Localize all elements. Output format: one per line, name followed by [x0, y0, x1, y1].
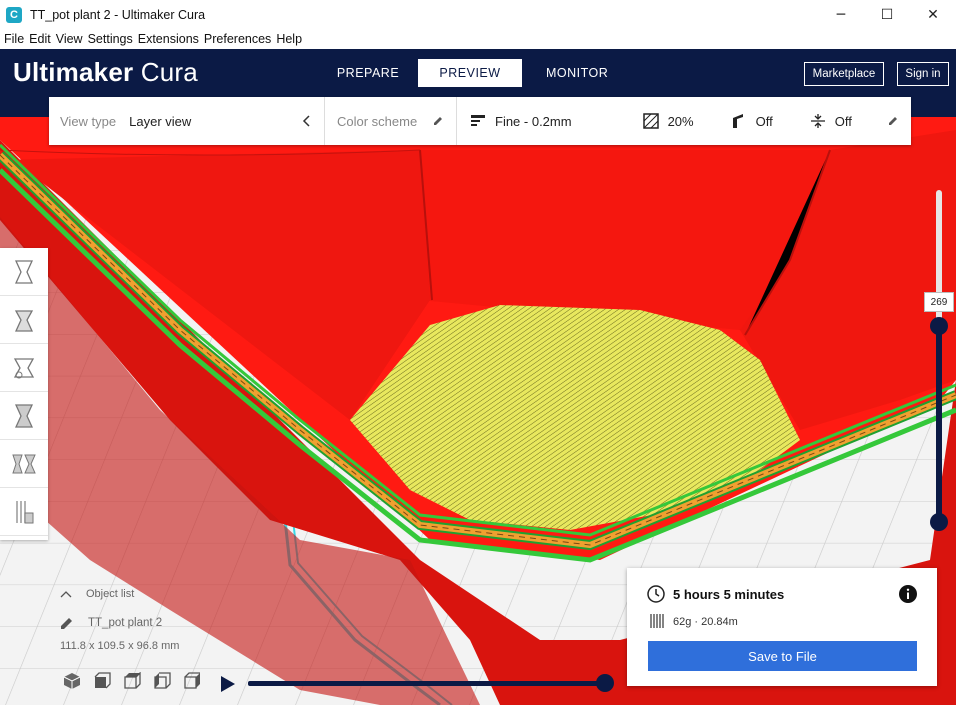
view-type-value[interactable]: Layer view	[129, 114, 191, 129]
color-scheme-label: Color scheme	[337, 113, 418, 129]
simulation-progress-handle[interactable]	[596, 674, 614, 692]
view-type-section[interactable]: View type Layer view	[49, 97, 325, 145]
window-title: TT_pot plant 2 - Ultimaker Cura	[30, 7, 206, 22]
tool-panel	[0, 248, 48, 540]
object-list-label: Object list	[86, 588, 135, 600]
filament-icon	[650, 614, 664, 628]
stage-tabs: PREPARE PREVIEW MONITOR	[318, 59, 632, 87]
sign-in-button[interactable]: Sign in	[897, 62, 949, 86]
object-info: Object list TT_pot plant 2 111.8 x 109.5…	[60, 588, 179, 652]
chevron-left-icon[interactable]	[302, 115, 310, 127]
menu-file[interactable]: File	[4, 32, 24, 46]
adhesion-icon	[810, 114, 825, 128]
brand-logo: Ultimaker Cura	[13, 57, 198, 87]
layer-slider-upper-handle[interactable]	[930, 317, 948, 335]
maximize-button[interactable]: ☐	[864, 0, 910, 29]
view-settings-bar: View type Layer view Color scheme Fine -…	[49, 97, 911, 145]
minimize-button[interactable]: ─	[818, 0, 864, 29]
cura-logo-icon: C	[6, 6, 22, 23]
menu-help[interactable]: Help	[276, 32, 302, 46]
menu-view[interactable]: View	[56, 32, 83, 46]
menu-edit[interactable]: Edit	[29, 32, 51, 46]
info-icon[interactable]	[899, 585, 917, 603]
mirror-tool-button[interactable]	[0, 392, 48, 440]
play-icon[interactable]	[220, 675, 236, 693]
tab-prepare[interactable]: PREPARE	[318, 59, 418, 87]
pencil-icon[interactable]	[60, 616, 74, 630]
current-layer-number[interactable]: 269	[924, 292, 954, 312]
layer-slider-lower-handle[interactable]	[930, 513, 948, 531]
support-blocker-button[interactable]	[0, 488, 48, 536]
material-usage: 62g · 20.84m	[673, 616, 738, 628]
rotate-tool-icon	[13, 357, 35, 378]
object-list-toggle[interactable]: Object list	[60, 588, 179, 600]
view-front-icon[interactable]	[93, 672, 111, 690]
view-3d-icon[interactable]	[63, 672, 81, 690]
menu-settings[interactable]: Settings	[88, 32, 133, 46]
view-top-icon[interactable]	[123, 672, 141, 690]
menu-extensions[interactable]: Extensions	[138, 32, 199, 46]
view-left-icon[interactable]	[153, 672, 171, 690]
move-tool-button[interactable]	[0, 248, 48, 296]
scale-tool-icon	[14, 309, 34, 332]
scale-tool-button[interactable]	[0, 296, 48, 344]
caret-up-icon	[60, 591, 72, 598]
object-dimensions: 111.8 x 109.5 x 96.8 mm	[60, 640, 180, 652]
print-time: 5 hours 5 minutes	[673, 587, 785, 602]
profile-label: Fine - 0.2mm	[495, 113, 572, 129]
per-model-settings-button[interactable]	[0, 440, 48, 488]
infill-icon	[642, 113, 659, 129]
title-bar: C TT_pot plant 2 - Ultimaker Cura ─ ☐ ✕	[0, 0, 956, 29]
view-right-icon[interactable]	[183, 672, 201, 690]
pencil-icon[interactable]	[887, 115, 899, 127]
color-scheme-section[interactable]: Color scheme	[325, 97, 457, 145]
menu-bar: File Edit View Settings Extensions Prefe…	[0, 29, 956, 49]
layer-slider-range	[936, 325, 942, 523]
mirror-tool-icon	[14, 403, 34, 428]
infill-value: 20%	[667, 113, 694, 129]
support-value: Off	[755, 113, 773, 129]
pencil-icon[interactable]	[432, 115, 444, 127]
tab-preview[interactable]: PREVIEW	[418, 59, 522, 87]
close-button[interactable]: ✕	[910, 0, 956, 29]
per-model-settings-icon	[12, 454, 36, 473]
move-tool-icon	[14, 259, 34, 284]
menu-preferences[interactable]: Preferences	[204, 32, 271, 46]
tab-monitor[interactable]: MONITOR	[522, 59, 632, 87]
object-name: TT_pot plant 2	[88, 617, 163, 629]
adhesion-value: Off	[834, 113, 852, 129]
support-blocker-icon	[16, 500, 34, 523]
rotate-tool-button[interactable]	[0, 344, 48, 392]
clock-icon	[647, 585, 665, 603]
save-to-file-button[interactable]: Save to File	[648, 641, 917, 671]
support-icon	[732, 114, 743, 128]
simulation-progress-track[interactable]	[248, 681, 605, 686]
layer-height-icon	[471, 115, 485, 126]
print-info-panel: 5 hours 5 minutes 62g · 20.84m Save to F…	[627, 568, 937, 686]
print-settings-summary[interactable]: Fine - 0.2mm 20% Off Off	[457, 97, 911, 145]
marketplace-button[interactable]: Marketplace	[804, 62, 884, 86]
view-type-label: View type	[60, 113, 117, 129]
